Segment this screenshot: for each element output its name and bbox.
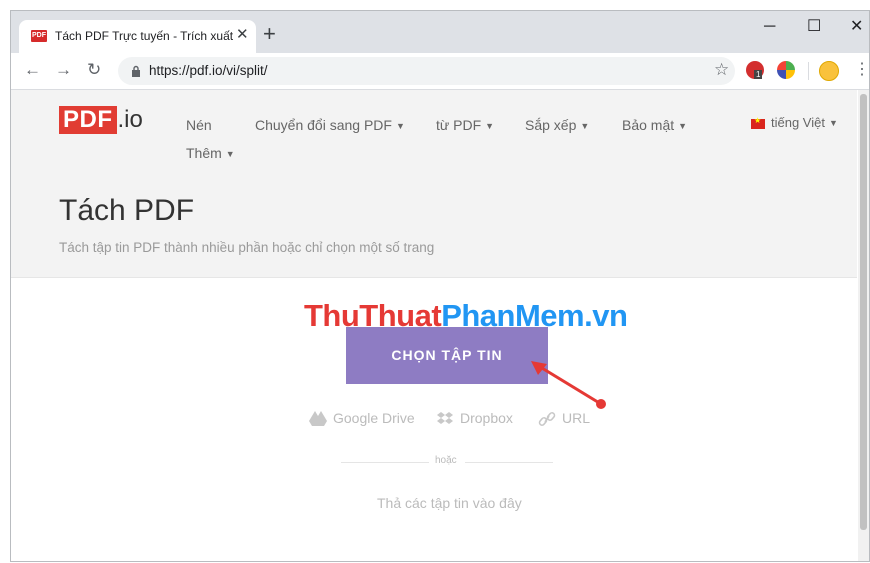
nav-label: Bảo mật: [622, 117, 675, 133]
nav-item-from-pdf[interactable]: từ PDF ▼: [436, 117, 494, 133]
back-arrow-icon[interactable]: ←: [24, 60, 41, 80]
reload-icon[interactable]: ↻: [87, 60, 101, 80]
source-label: Dropbox: [460, 410, 513, 426]
nav-item-more[interactable]: Thêm ▼: [186, 145, 235, 161]
page-subtitle: Tách tập tin PDF thành nhiều phần hoặc c…: [59, 240, 435, 255]
page-title: Tách PDF: [59, 194, 195, 227]
nav-label: từ PDF: [436, 117, 482, 133]
minimize-button[interactable]: ─: [764, 17, 775, 37]
forward-arrow-icon[interactable]: →: [55, 60, 72, 80]
source-label: Google Drive: [333, 410, 415, 426]
annotation-arrow-icon: [531, 361, 606, 409]
divider-left: [341, 462, 429, 463]
drop-zone-hint: Thả các tập tin vào đây: [377, 495, 522, 511]
dropbox-option[interactable]: Dropbox: [436, 410, 513, 427]
caret-down-icon: ▼: [580, 121, 590, 131]
tab-strip: PDF Tách PDF Trực tuyến - Trích xuất T ✕…: [11, 11, 869, 53]
browser-window: PDF Tách PDF Trực tuyến - Trích xuất T ✕…: [10, 10, 870, 562]
caret-down-icon: ▼: [678, 121, 688, 131]
browser-toolbar: ← → ↻ https://pdf.io/vi/split/ ☆ 1 ⋮: [11, 53, 869, 90]
more-menu-icon[interactable]: ⋮: [854, 62, 869, 78]
new-tab-button[interactable]: +: [263, 23, 276, 45]
caret-down-icon: ▼: [828, 118, 838, 128]
pdfio-logo[interactable]: PDF .io: [59, 106, 143, 134]
emoji-avatar-icon[interactable]: [819, 61, 839, 81]
bookmark-star-icon[interactable]: ☆: [714, 60, 729, 80]
dropbox-icon: [437, 412, 453, 425]
or-label: hoặc: [435, 455, 457, 466]
lock-icon: [132, 65, 140, 77]
nav-label: Thêm: [186, 145, 222, 161]
caret-down-icon: ▼: [395, 121, 405, 131]
divider-right: [465, 462, 553, 463]
tab-title: Tách PDF Trực tuyến - Trích xuất T: [55, 29, 233, 43]
toolbar-separator: [808, 62, 809, 80]
nav-label: Sắp xếp: [525, 117, 577, 133]
caret-down-icon: ▼: [485, 121, 495, 131]
maximize-button[interactable]: ☐: [807, 17, 821, 37]
extension-badge: 1: [754, 70, 763, 79]
site-header: PDF .io Nén Chuyển đổi sang PDF ▼ từ PDF ▼ …: [11, 90, 857, 278]
nav-item-arrange[interactable]: Sắp xếp ▼: [525, 117, 589, 133]
language-selector[interactable]: tiếng Việt▼: [751, 115, 838, 130]
nav-item-convert-to-pdf[interactable]: Chuyển đổi sang PDF ▼: [255, 117, 405, 133]
language-label: tiếng Việt: [771, 115, 825, 130]
pdf-favicon-icon: PDF: [31, 30, 47, 42]
vietnam-flag-icon: [751, 116, 765, 129]
logo-io: .io: [117, 106, 143, 133]
nav-label: Chuyển đổi sang PDF: [255, 117, 392, 133]
globe-extension-icon[interactable]: [777, 61, 795, 79]
nav-label: Nén: [186, 117, 212, 133]
address-bar[interactable]: https://pdf.io/vi/split/ ☆: [118, 57, 735, 85]
scrollbar[interactable]: [858, 90, 869, 561]
abp-icon[interactable]: 1: [746, 61, 764, 79]
choose-file-button[interactable]: CHỌN TẬP TIN: [346, 327, 548, 384]
nav-item-security[interactable]: Bảo mật ▼: [622, 117, 687, 133]
scrollbar-thumb[interactable]: [860, 94, 867, 530]
tab-close-icon[interactable]: ✕: [236, 26, 249, 44]
url-text: https://pdf.io/vi/split/: [149, 63, 268, 78]
source-label: URL: [562, 410, 591, 426]
nav-item-compress[interactable]: Nén: [186, 117, 212, 133]
google-drive-icon: [309, 411, 327, 427]
web-page: PDF .io Nén Chuyển đổi sang PDF ▼ từ PDF ▼ …: [11, 90, 857, 561]
browser-tab[interactable]: PDF Tách PDF Trực tuyến - Trích xuất T ✕: [19, 20, 256, 53]
logo-pdf: PDF: [59, 106, 117, 134]
close-window-button[interactable]: ✕: [850, 17, 863, 37]
caret-down-icon: ▼: [225, 149, 235, 159]
link-icon: [538, 412, 556, 427]
google-drive-option[interactable]: Google Drive: [309, 410, 415, 427]
url-option[interactable]: URL: [538, 410, 590, 427]
